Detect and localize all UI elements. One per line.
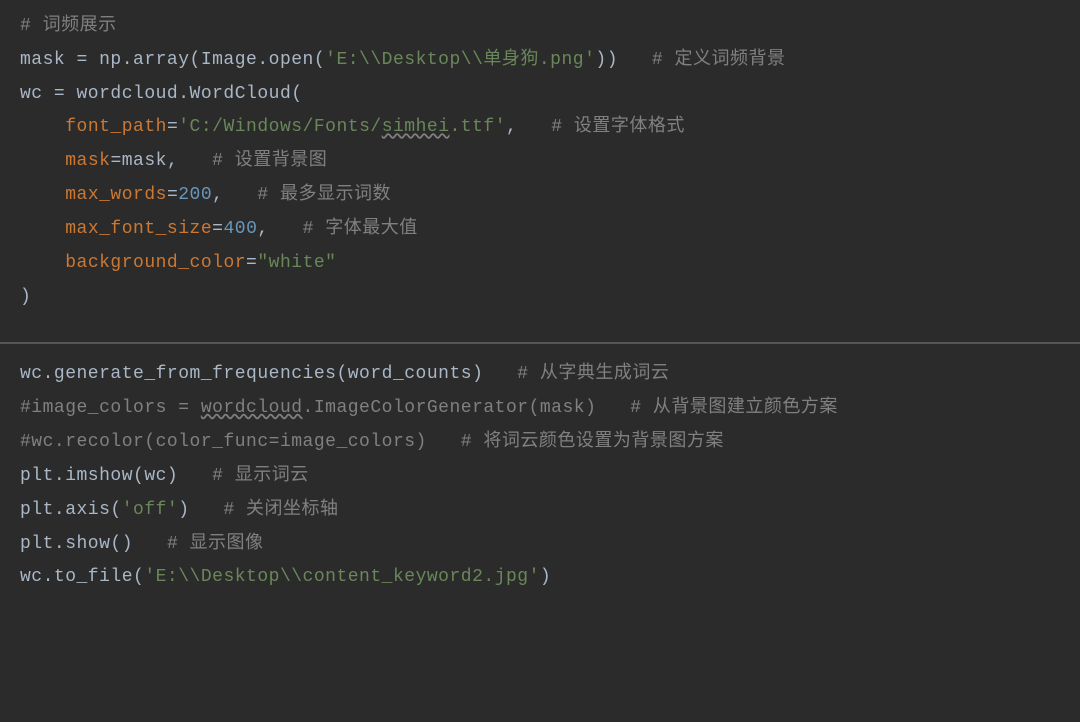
indent: [20, 185, 65, 205]
number-literal: 400: [223, 219, 257, 239]
comment-wavy: wordcloud: [201, 398, 303, 418]
string-literal-wavy: simhei: [382, 117, 450, 137]
comment: # 最多显示词数: [257, 185, 391, 205]
code-line: ): [20, 281, 1060, 315]
code-line: background_color="white": [20, 247, 1060, 281]
code-text: ): [178, 500, 223, 520]
number-literal: 200: [178, 185, 212, 205]
string-literal: 'off': [122, 500, 179, 520]
comment: # 字体最大值: [303, 219, 418, 239]
code-text: plt.imshow(wc): [20, 466, 212, 486]
code-line: max_font_size=400, # 字体最大值: [20, 213, 1060, 247]
code-line: font_path='C:/Windows/Fonts/simhei.ttf',…: [20, 111, 1060, 145]
comment: # 定义词频背景: [652, 50, 786, 70]
code-text: plt.axis(: [20, 500, 122, 520]
string-literal: "white": [257, 253, 336, 273]
named-param: max_font_size: [65, 219, 212, 239]
comment: # 设置字体格式: [551, 117, 685, 137]
code-line: plt.show() # 显示图像: [20, 528, 1060, 562]
code-text: wc.generate_from_frequencies(word_counts…: [20, 364, 517, 384]
code-text: =: [167, 185, 178, 205]
code-text: wc.to_file(: [20, 567, 144, 587]
string-literal: 'C:/Windows/Fonts/: [178, 117, 381, 137]
named-param: background_color: [65, 253, 246, 273]
code-line: mask = np.array(Image.open('E:\\Desktop\…: [20, 44, 1060, 78]
indent: [20, 219, 65, 239]
indent: [20, 253, 65, 273]
comment: # 设置背景图: [212, 151, 327, 171]
code-text: ): [20, 287, 31, 307]
code-text: mask = np.array(Image.open(: [20, 50, 325, 70]
section-divider: [0, 342, 1080, 344]
comment: # 从字典生成词云: [517, 364, 669, 384]
indent: [20, 117, 65, 137]
code-text: ,: [506, 117, 551, 137]
named-param: font_path: [65, 117, 167, 137]
code-line: mask=mask, # 设置背景图: [20, 145, 1060, 179]
string-literal: 'E:\\Desktop\\content_keyword2.jpg': [144, 567, 540, 587]
code-line: #wc.recolor(color_func=image_colors) # 将…: [20, 426, 1060, 460]
code-text: ,: [257, 219, 302, 239]
code-editor[interactable]: wc.generate_from_frequencies(word_counts…: [0, 358, 1080, 615]
comment: # 关闭坐标轴: [223, 500, 338, 520]
comment: #wc.recolor(color_func=image_colors) # 将…: [20, 432, 724, 452]
code-text: )): [595, 50, 652, 70]
code-line: wc.to_file('E:\\Desktop\\content_keyword…: [20, 561, 1060, 595]
code-line: # 词频展示: [20, 10, 1060, 44]
code-line: #image_colors = wordcloud.ImageColorGene…: [20, 392, 1060, 426]
code-editor[interactable]: # 词频展示 mask = np.array(Image.open('E:\\D…: [0, 0, 1080, 334]
comment: # 词频展示: [20, 16, 117, 36]
code-text: wc = wordcloud.WordCloud(: [20, 84, 303, 104]
comment: # 显示图像: [167, 534, 264, 554]
code-text: =: [246, 253, 257, 273]
code-text: =: [167, 117, 178, 137]
named-param: mask: [65, 151, 110, 171]
string-literal: 'E:\\Desktop\\单身狗.png': [325, 50, 595, 70]
code-text: plt.show(): [20, 534, 167, 554]
code-line: wc = wordcloud.WordCloud(: [20, 78, 1060, 112]
code-line: plt.imshow(wc) # 显示词云: [20, 460, 1060, 494]
code-text: =mask,: [110, 151, 212, 171]
code-text: =: [212, 219, 223, 239]
code-text: ,: [212, 185, 257, 205]
named-param: max_words: [65, 185, 167, 205]
string-literal: .ttf': [450, 117, 507, 137]
indent: [20, 151, 65, 171]
comment: #image_colors =: [20, 398, 201, 418]
code-line: max_words=200, # 最多显示词数: [20, 179, 1060, 213]
comment: # 显示词云: [212, 466, 309, 486]
code-text: ): [540, 567, 551, 587]
code-line: plt.axis('off') # 关闭坐标轴: [20, 494, 1060, 528]
code-line: wc.generate_from_frequencies(word_counts…: [20, 358, 1060, 392]
comment: .ImageColorGenerator(mask) # 从背景图建立颜色方案: [303, 398, 838, 418]
